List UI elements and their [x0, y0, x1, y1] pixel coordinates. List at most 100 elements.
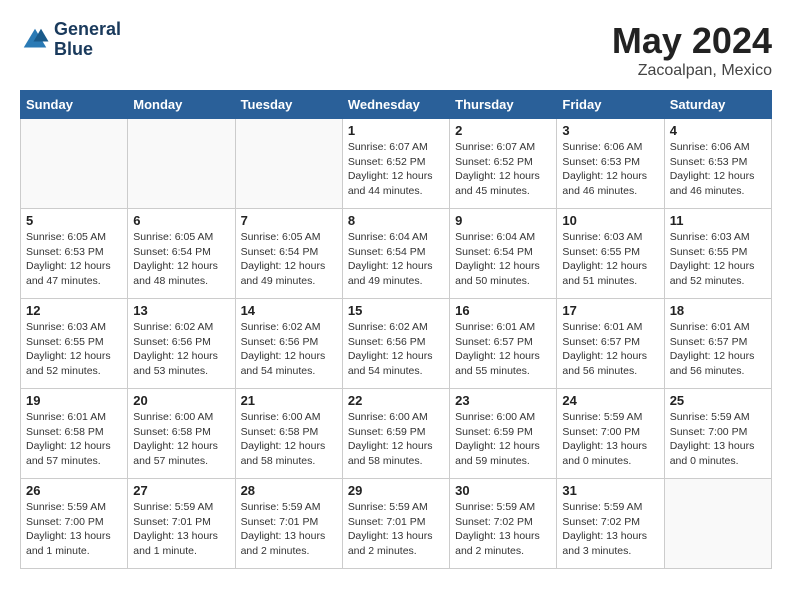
day-number: 20	[133, 393, 229, 408]
day-info: Sunrise: 5:59 AM Sunset: 7:00 PM Dayligh…	[562, 410, 658, 469]
calendar-cell: 5 Sunrise: 6:05 AM Sunset: 6:53 PM Daylig…	[21, 209, 128, 299]
day-info: Sunrise: 6:04 AM Sunset: 6:54 PM Dayligh…	[455, 230, 551, 289]
location: Zacoalpan, Mexico	[612, 62, 772, 80]
day-info: Sunrise: 5:59 AM Sunset: 7:01 PM Dayligh…	[133, 500, 229, 559]
day-number: 2	[455, 123, 551, 138]
day-info: Sunrise: 6:01 AM Sunset: 6:57 PM Dayligh…	[455, 320, 551, 379]
calendar-cell: 20 Sunrise: 6:00 AM Sunset: 6:58 PM Dayli…	[128, 389, 235, 479]
day-number: 12	[26, 303, 122, 318]
day-info: Sunrise: 6:00 AM Sunset: 6:58 PM Dayligh…	[133, 410, 229, 469]
calendar-week-row: 19Sunrise: 6:01 AM Sunset: 6:58 PM Dayli…	[21, 389, 772, 479]
day-of-week-header: Sunday	[21, 91, 128, 119]
day-info: Sunrise: 6:01 AM Sunset: 6:57 PM Dayligh…	[670, 320, 766, 379]
day-number: 9	[455, 213, 551, 228]
day-of-week-header: Monday	[128, 91, 235, 119]
day-info: Sunrise: 6:05 AM Sunset: 6:53 PM Dayligh…	[26, 230, 122, 289]
calendar-cell: 8 Sunrise: 6:04 AM Sunset: 6:54 PM Daylig…	[342, 209, 449, 299]
month-title: May 2024	[612, 20, 772, 62]
calendar-cell	[128, 119, 235, 209]
day-number: 11	[670, 213, 766, 228]
calendar-cell	[21, 119, 128, 209]
calendar-cell: 4 Sunrise: 6:06 AM Sunset: 6:53 PM Daylig…	[664, 119, 771, 209]
day-info: Sunrise: 5:59 AM Sunset: 7:02 PM Dayligh…	[562, 500, 658, 559]
day-number: 14	[241, 303, 337, 318]
calendar-cell: 23 Sunrise: 6:00 AM Sunset: 6:59 PM Dayli…	[450, 389, 557, 479]
calendar-cell: 24 Sunrise: 5:59 AM Sunset: 7:00 PM Dayli…	[557, 389, 664, 479]
day-info: Sunrise: 6:00 AM Sunset: 6:59 PM Dayligh…	[348, 410, 444, 469]
day-of-week-header: Friday	[557, 91, 664, 119]
day-info: Sunrise: 6:02 AM Sunset: 6:56 PM Dayligh…	[348, 320, 444, 379]
day-info: Sunrise: 6:04 AM Sunset: 6:54 PM Dayligh…	[348, 230, 444, 289]
calendar-cell: 12 Sunrise: 6:03 AM Sunset: 6:55 PM Dayli…	[21, 299, 128, 389]
day-info: Sunrise: 6:02 AM Sunset: 6:56 PM Dayligh…	[133, 320, 229, 379]
day-number: 31	[562, 483, 658, 498]
calendar-cell: 10 Sunrise: 6:03 AM Sunset: 6:55 PM Dayli…	[557, 209, 664, 299]
calendar-cell: 3Sunrise: 6:06 AM Sunset: 6:53 PM Daylig…	[557, 119, 664, 209]
day-number: 24	[562, 393, 658, 408]
calendar-cell: 17 Sunrise: 6:01 AM Sunset: 6:57 PM Dayli…	[557, 299, 664, 389]
day-number: 4	[670, 123, 766, 138]
calendar-cell: 7Sunrise: 6:05 AM Sunset: 6:54 PM Daylig…	[235, 209, 342, 299]
day-number: 30	[455, 483, 551, 498]
calendar-cell: 9 Sunrise: 6:04 AM Sunset: 6:54 PM Daylig…	[450, 209, 557, 299]
day-info: Sunrise: 5:59 AM Sunset: 7:01 PM Dayligh…	[241, 500, 337, 559]
logo: General Blue	[20, 20, 121, 60]
calendar-cell: 16 Sunrise: 6:01 AM Sunset: 6:57 PM Dayli…	[450, 299, 557, 389]
day-number: 17	[562, 303, 658, 318]
calendar-cell: 18Sunrise: 6:01 AM Sunset: 6:57 PM Dayli…	[664, 299, 771, 389]
calendar-week-row: 1 Sunrise: 6:07 AM Sunset: 6:52 PM Daylig…	[21, 119, 772, 209]
day-info: Sunrise: 6:06 AM Sunset: 6:53 PM Dayligh…	[562, 140, 658, 199]
day-number: 7	[241, 213, 337, 228]
day-number: 13	[133, 303, 229, 318]
day-number: 23	[455, 393, 551, 408]
title-block: May 2024 Zacoalpan, Mexico	[612, 20, 772, 80]
calendar-cell: 2 Sunrise: 6:07 AM Sunset: 6:52 PM Daylig…	[450, 119, 557, 209]
calendar-cell: 22Sunrise: 6:00 AM Sunset: 6:59 PM Dayli…	[342, 389, 449, 479]
calendar-week-row: 26Sunrise: 5:59 AM Sunset: 7:00 PM Dayli…	[21, 479, 772, 569]
calendar-header-row: SundayMondayTuesdayWednesdayThursdayFrid…	[21, 91, 772, 119]
day-info: Sunrise: 5:59 AM Sunset: 7:00 PM Dayligh…	[670, 410, 766, 469]
day-info: Sunrise: 6:02 AM Sunset: 6:56 PM Dayligh…	[241, 320, 337, 379]
day-info: Sunrise: 6:06 AM Sunset: 6:53 PM Dayligh…	[670, 140, 766, 199]
calendar-cell: 15 Sunrise: 6:02 AM Sunset: 6:56 PM Dayli…	[342, 299, 449, 389]
day-number: 10	[562, 213, 658, 228]
day-info: Sunrise: 6:07 AM Sunset: 6:52 PM Dayligh…	[348, 140, 444, 199]
day-number: 6	[133, 213, 229, 228]
day-number: 8	[348, 213, 444, 228]
page-header: General Blue May 2024 Zacoalpan, Mexico	[20, 20, 772, 80]
day-info: Sunrise: 6:00 AM Sunset: 6:59 PM Dayligh…	[455, 410, 551, 469]
day-info: Sunrise: 6:00 AM Sunset: 6:58 PM Dayligh…	[241, 410, 337, 469]
calendar-cell	[235, 119, 342, 209]
calendar-cell: 30 Sunrise: 5:59 AM Sunset: 7:02 PM Dayli…	[450, 479, 557, 569]
calendar-cell: 13 Sunrise: 6:02 AM Sunset: 6:56 PM Dayli…	[128, 299, 235, 389]
calendar-cell: 14 Sunrise: 6:02 AM Sunset: 6:56 PM Dayli…	[235, 299, 342, 389]
day-info: Sunrise: 5:59 AM Sunset: 7:00 PM Dayligh…	[26, 500, 122, 559]
day-info: Sunrise: 5:59 AM Sunset: 7:01 PM Dayligh…	[348, 500, 444, 559]
calendar-cell	[664, 479, 771, 569]
day-info: Sunrise: 6:01 AM Sunset: 6:57 PM Dayligh…	[562, 320, 658, 379]
logo-icon	[20, 25, 50, 55]
logo-text: General Blue	[54, 20, 121, 60]
day-number: 21	[241, 393, 337, 408]
calendar-cell: 29Sunrise: 5:59 AM Sunset: 7:01 PM Dayli…	[342, 479, 449, 569]
day-number: 16	[455, 303, 551, 318]
day-number: 15	[348, 303, 444, 318]
calendar-week-row: 12 Sunrise: 6:03 AM Sunset: 6:55 PM Dayli…	[21, 299, 772, 389]
calendar-cell: 11Sunrise: 6:03 AM Sunset: 6:55 PM Dayli…	[664, 209, 771, 299]
day-of-week-header: Saturday	[664, 91, 771, 119]
day-of-week-header: Wednesday	[342, 91, 449, 119]
day-number: 19	[26, 393, 122, 408]
calendar-cell: 26Sunrise: 5:59 AM Sunset: 7:00 PM Dayli…	[21, 479, 128, 569]
day-number: 5	[26, 213, 122, 228]
day-info: Sunrise: 6:07 AM Sunset: 6:52 PM Dayligh…	[455, 140, 551, 199]
day-number: 27	[133, 483, 229, 498]
calendar-cell: 6 Sunrise: 6:05 AM Sunset: 6:54 PM Daylig…	[128, 209, 235, 299]
day-info: Sunrise: 6:05 AM Sunset: 6:54 PM Dayligh…	[133, 230, 229, 289]
day-info: Sunrise: 6:03 AM Sunset: 6:55 PM Dayligh…	[26, 320, 122, 379]
day-number: 25	[670, 393, 766, 408]
day-info: Sunrise: 5:59 AM Sunset: 7:02 PM Dayligh…	[455, 500, 551, 559]
day-number: 1	[348, 123, 444, 138]
calendar-cell: 19Sunrise: 6:01 AM Sunset: 6:58 PM Dayli…	[21, 389, 128, 479]
day-info: Sunrise: 6:03 AM Sunset: 6:55 PM Dayligh…	[562, 230, 658, 289]
calendar-cell: 28Sunrise: 5:59 AM Sunset: 7:01 PM Dayli…	[235, 479, 342, 569]
